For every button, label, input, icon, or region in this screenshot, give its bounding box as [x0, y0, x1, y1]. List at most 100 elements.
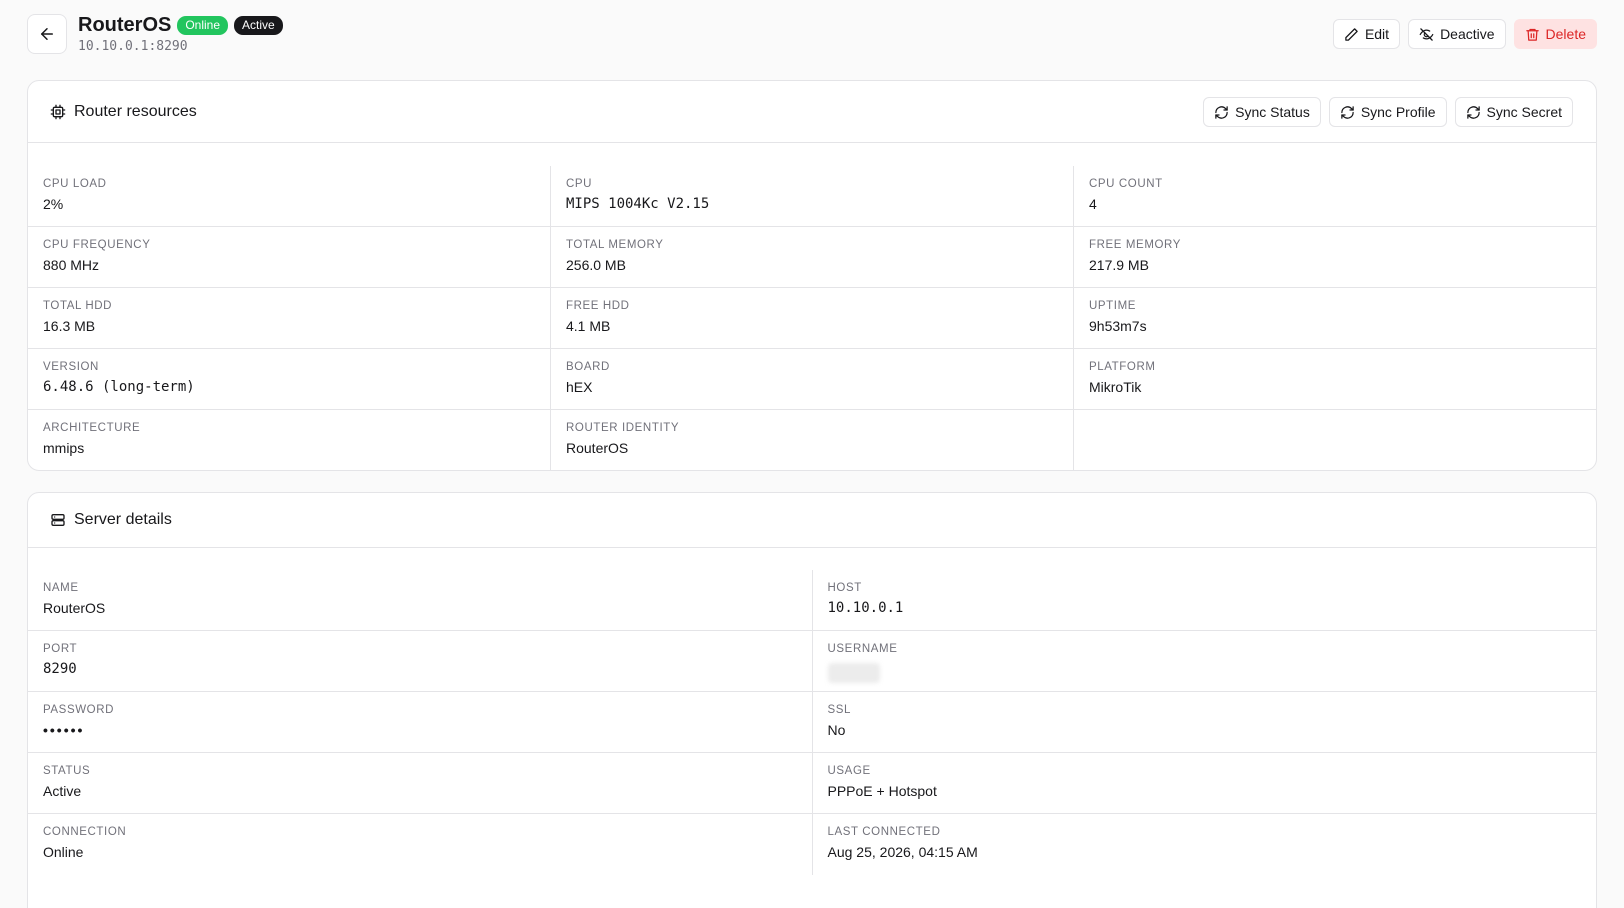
field-label: PLATFORM	[1089, 361, 1156, 373]
server-ssl: SSL No	[813, 692, 1597, 752]
resource-platform: PLATFORM MikroTik	[1074, 349, 1596, 409]
resource-uptime: UPTIME 9h53m7s	[1074, 288, 1596, 348]
page-header: RouterOS Online Active 10.10.0.1:8290 Ed…	[27, 14, 1597, 54]
resources-row: VERSION 6.48.6 (long-term) BOARD hEX PLATF…	[28, 349, 1596, 410]
field-label: USAGE	[827, 765, 871, 777]
sync-profile-label: Sync Profile	[1360, 104, 1436, 120]
cpu-icon	[50, 104, 66, 119]
field-value: 8290	[43, 661, 77, 677]
field-label: CPU COUNT	[1089, 178, 1163, 190]
back-button[interactable]	[27, 14, 67, 54]
field-value: No	[827, 722, 846, 738]
resources-row: CPU LOAD 2% CPU MIPS 1004Kc V2.15 CPU COUN…	[28, 166, 1596, 227]
field-label: ROUTER IDENTITY	[566, 422, 680, 434]
field-value: MikroTik	[1089, 379, 1142, 395]
server-status: STATUS Active	[28, 753, 813, 813]
field-label: PORT	[43, 643, 78, 655]
field-value: 10.10.0.1	[827, 600, 904, 616]
delete-label: Delete	[1545, 26, 1586, 42]
deactive-button[interactable]: Deactive	[1408, 19, 1506, 49]
resource-cpu: CPU MIPS 1004Kc V2.15	[551, 166, 1074, 226]
title-block: RouterOS Online Active 10.10.0.1:8290	[78, 14, 283, 54]
field-label: PASSWORD	[43, 704, 115, 716]
trash-icon	[1525, 28, 1539, 41]
server-name: NAME RouterOS	[28, 570, 813, 630]
server-username: USERNAME	[813, 631, 1597, 691]
field-value: RouterOS	[43, 600, 106, 616]
field-label: TOTAL MEMORY	[566, 239, 664, 251]
sync-secret-button[interactable]: Sync Secret	[1454, 97, 1573, 127]
refresh-icon	[1466, 105, 1480, 119]
field-value: 880 MHz	[43, 257, 100, 273]
field-value: mmips	[43, 440, 85, 456]
field-value: 4	[1089, 196, 1097, 212]
resource-empty	[1074, 410, 1596, 470]
server-host: HOST 10.10.0.1	[813, 570, 1597, 630]
resources-grid: CPU LOAD 2% CPU MIPS 1004Kc V2.15 CPU COUN…	[28, 166, 1596, 470]
field-label: STATUS	[43, 765, 91, 777]
field-value: 4.1 MB	[566, 318, 611, 334]
field-value: 9h53m7s	[1089, 318, 1147, 334]
resource-cpu-count: CPU COUNT 4	[1074, 166, 1596, 226]
field-label: LAST CONNECTED	[827, 826, 941, 838]
field-label: CPU LOAD	[43, 178, 107, 190]
field-label: FREE HDD	[566, 300, 630, 312]
page-subtitle: 10.10.0.1:8290	[78, 39, 188, 54]
field-label: BOARD	[566, 361, 610, 373]
sync-profile-button[interactable]: Sync Profile	[1328, 97, 1447, 127]
router-resources-title: Router resources	[50, 103, 197, 121]
field-label: HOST	[827, 582, 862, 594]
field-label: TOTAL HDD	[43, 300, 113, 312]
resource-version: VERSION 6.48.6 (long-term)	[28, 349, 551, 409]
field-value: 2%	[43, 196, 64, 212]
field-value: Online	[43, 844, 84, 860]
resource-free-memory: FREE MEMORY 217.9 MB	[1074, 227, 1596, 287]
redacted-username	[827, 663, 880, 683]
resource-cpu-frequency: CPU FREQUENCY 880 MHz	[28, 227, 551, 287]
field-value: 217.9 MB	[1089, 257, 1149, 273]
sync-secret-label: Sync Secret	[1486, 104, 1562, 120]
status-badge-active: Active	[234, 16, 283, 35]
field-value: PPPoE + Hotspot	[827, 783, 937, 799]
router-resources-header: Router resources Sync Status Sync Profil…	[28, 81, 1596, 143]
sync-actions: Sync Status Sync Profile Sync Secret	[1203, 97, 1573, 127]
resource-router-identity: ROUTER IDENTITY RouterOS	[551, 410, 1074, 470]
edit-button[interactable]: Edit	[1332, 19, 1401, 49]
field-value: RouterOS	[566, 440, 629, 456]
field-label: FREE MEMORY	[1089, 239, 1182, 251]
field-value: 16.3 MB	[43, 318, 96, 334]
eye-off-icon	[1419, 27, 1434, 41]
server-row: NAME RouterOS HOST 10.10.0.1	[28, 570, 1596, 631]
field-value: 6.48.6 (long-term)	[43, 379, 195, 395]
resources-row: TOTAL HDD 16.3 MB FREE HDD 4.1 MB UPTIME 9h…	[28, 288, 1596, 349]
field-value: MIPS 1004Kc V2.15	[566, 196, 710, 212]
server-password: PASSWORD ••••••	[28, 692, 813, 752]
server-details-title: Server details	[50, 511, 172, 529]
resource-free-hdd: FREE HDD 4.1 MB	[551, 288, 1074, 348]
field-label: CPU FREQUENCY	[43, 239, 151, 251]
refresh-icon	[1341, 105, 1354, 119]
field-label: VERSION	[43, 361, 99, 373]
server-details-card: Server details NAME RouterOS HOST 10.10.0.…	[27, 492, 1597, 908]
refresh-icon	[1215, 105, 1228, 119]
field-value: Aug 25, 2026, 04:15 AM	[827, 844, 978, 860]
deactive-label: Deactive	[1440, 26, 1495, 42]
page-title: RouterOS	[78, 14, 172, 36]
field-label: UPTIME	[1089, 300, 1137, 312]
pencil-icon	[1345, 27, 1358, 41]
resource-total-memory: TOTAL MEMORY 256.0 MB	[551, 227, 1074, 287]
server-icon	[51, 514, 65, 526]
resources-row: ARCHITECTURE mmips ROUTER IDENTITY RouterO…	[28, 410, 1596, 470]
field-label: NAME	[43, 582, 79, 594]
server-last-connected: LAST CONNECTED Aug 25, 2026, 04:15 AM	[813, 814, 1597, 875]
resource-total-hdd: TOTAL HDD 16.3 MB	[28, 288, 551, 348]
delete-button[interactable]: Delete	[1513, 19, 1597, 49]
server-details-header: Server details	[28, 493, 1596, 548]
resource-architecture: ARCHITECTURE mmips	[28, 410, 551, 470]
field-label: ARCHITECTURE	[43, 422, 141, 434]
field-value: ••••••	[43, 722, 85, 738]
server-row: STATUS Active USAGE PPPoE + Hotspot	[28, 753, 1596, 814]
arrow-left-icon	[41, 28, 53, 40]
sync-status-button[interactable]: Sync Status	[1203, 97, 1321, 127]
field-value: hEX	[566, 379, 593, 395]
